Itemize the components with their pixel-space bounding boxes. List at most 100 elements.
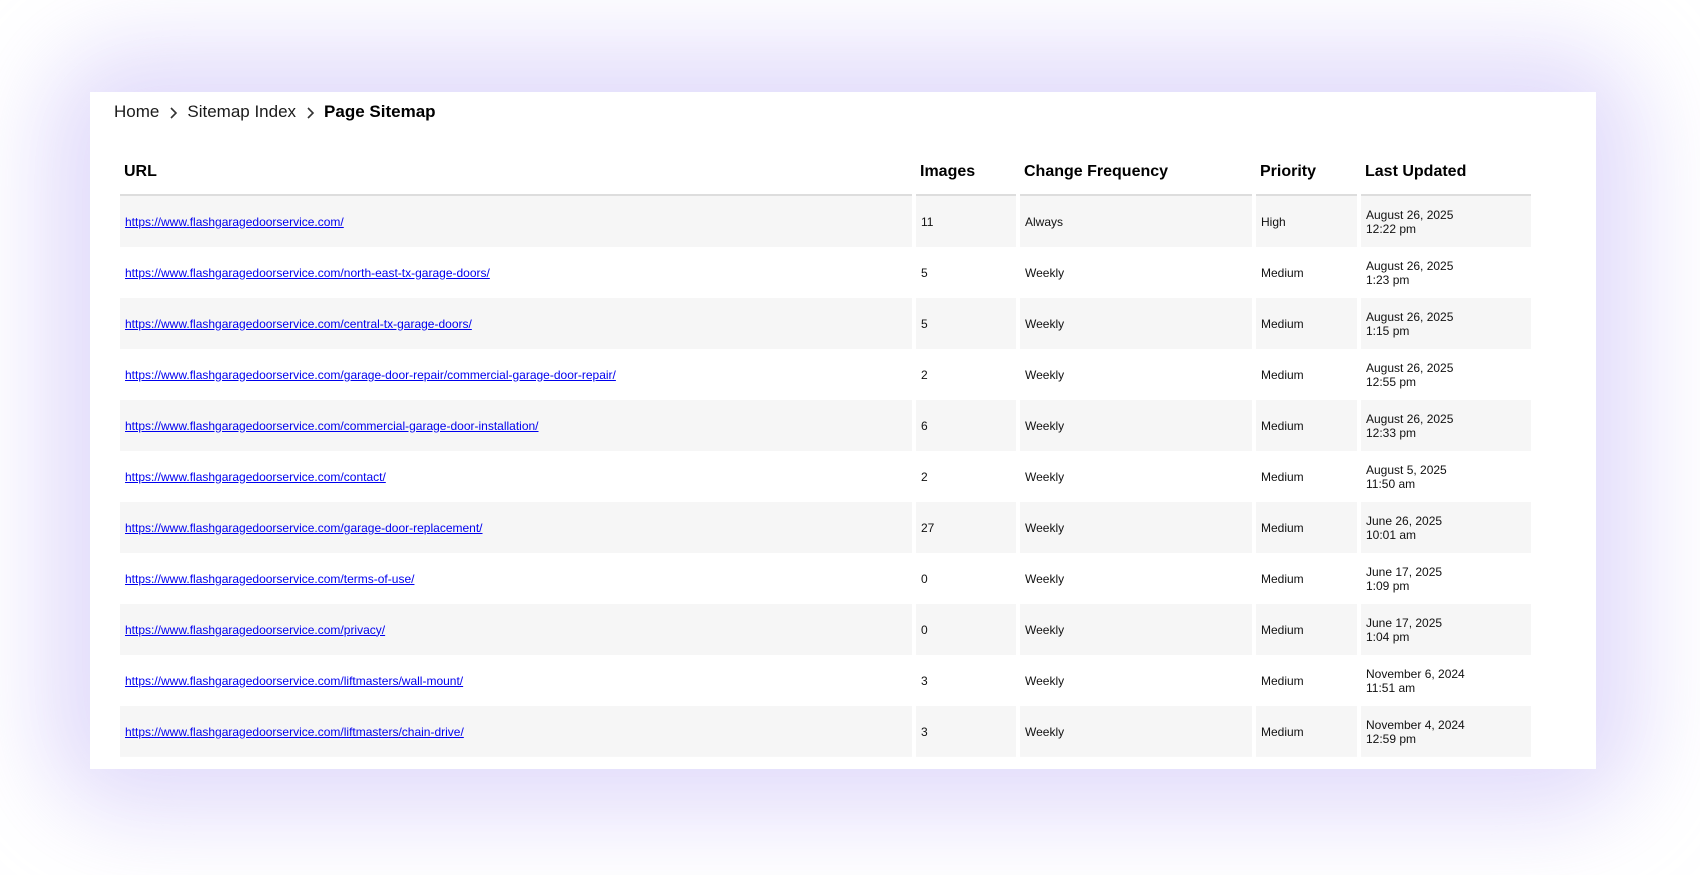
last-updated-time: 12:59 pm — [1366, 731, 1417, 746]
table-row: https://www.flashgaragedoorservice.com/t… — [120, 553, 1531, 604]
last-updated-cell: June 17, 2025 1:09 pm — [1361, 553, 1531, 604]
last-updated-date: August 26, 2025 — [1366, 309, 1454, 324]
url-link[interactable]: https://www.flashgaragedoorservice.com/g… — [125, 521, 483, 535]
url-cell: https://www.flashgaragedoorservice.com/l… — [120, 706, 912, 757]
images-cell: 11 — [916, 196, 1016, 247]
last-updated-cell: August 26, 2025 1:23 pm — [1361, 247, 1531, 298]
last-updated-date: November 6, 2024 — [1366, 666, 1465, 681]
last-updated-date: August 26, 2025 — [1366, 411, 1454, 426]
last-updated-date: June 17, 2025 — [1366, 564, 1443, 579]
priority-cell: Medium — [1256, 298, 1357, 349]
url-link[interactable]: https://www.flashgaragedoorservice.com/t… — [125, 572, 414, 586]
images-cell: 2 — [916, 349, 1016, 400]
last-updated-date: August 26, 2025 — [1366, 258, 1454, 273]
frequency-cell: Weekly — [1020, 247, 1252, 298]
priority-cell: Medium — [1256, 451, 1357, 502]
frequency-cell: Weekly — [1020, 604, 1252, 655]
table-row: https://www.flashgaragedoorservice.com/n… — [120, 247, 1531, 298]
frequency-cell: Weekly — [1020, 400, 1252, 451]
chevron-right-icon — [159, 104, 187, 121]
images-cell: 3 — [916, 655, 1016, 706]
last-updated-cell: November 4, 2024 12:59 pm — [1361, 706, 1531, 757]
priority-cell: Medium — [1256, 655, 1357, 706]
breadcrumb-home[interactable]: Home — [114, 102, 159, 122]
table-row: https://www.flashgaragedoorservice.com/p… — [120, 604, 1531, 655]
chevron-right-icon — [296, 104, 324, 121]
last-updated-date: August 26, 2025 — [1366, 360, 1454, 375]
last-updated-cell: August 5, 2025 11:50 am — [1361, 451, 1531, 502]
url-link[interactable]: https://www.flashgaragedoorservice.com/n… — [125, 266, 490, 280]
priority-cell: Medium — [1256, 247, 1357, 298]
url-link[interactable]: https://www.flashgaragedoorservice.com/l… — [125, 674, 463, 688]
url-cell: https://www.flashgaragedoorservice.com/c… — [120, 298, 912, 349]
last-updated-time: 1:04 pm — [1366, 629, 1410, 644]
breadcrumb-sitemap-index[interactable]: Sitemap Index — [187, 102, 296, 122]
column-header-images[interactable]: Images — [916, 150, 1016, 196]
url-cell: https://www.flashgaragedoorservice.com/g… — [120, 349, 912, 400]
images-cell: 6 — [916, 400, 1016, 451]
screenshot-stage: Home Sitemap Index Page Sitemap URL Imag… — [0, 0, 1700, 875]
priority-cell: Medium — [1256, 553, 1357, 604]
frequency-cell: Always — [1020, 196, 1252, 247]
images-cell: 27 — [916, 502, 1016, 553]
url-link[interactable]: https://www.flashgaragedoorservice.com/c… — [125, 419, 539, 433]
frequency-cell: Weekly — [1020, 298, 1252, 349]
priority-cell: Medium — [1256, 604, 1357, 655]
url-cell: https://www.flashgaragedoorservice.com/ — [120, 196, 912, 247]
table-row: https://www.flashgaragedoorservice.com/l… — [120, 655, 1531, 706]
sitemap-card: Home Sitemap Index Page Sitemap URL Imag… — [90, 92, 1596, 769]
last-updated-time: 11:51 am — [1366, 680, 1416, 695]
last-updated-date: June 17, 2025 — [1366, 615, 1443, 630]
url-cell: https://www.flashgaragedoorservice.com/c… — [120, 400, 912, 451]
last-updated-time: 12:33 pm — [1366, 425, 1417, 440]
last-updated-cell: August 26, 2025 12:55 pm — [1361, 349, 1531, 400]
last-updated-date: August 26, 2025 — [1366, 207, 1454, 222]
frequency-cell: Weekly — [1020, 655, 1252, 706]
url-link[interactable]: https://www.flashgaragedoorservice.com/c… — [125, 470, 386, 484]
url-link[interactable]: https://www.flashgaragedoorservice.com/ — [125, 215, 344, 229]
url-link[interactable]: https://www.flashgaragedoorservice.com/g… — [125, 368, 616, 382]
url-cell: https://www.flashgaragedoorservice.com/t… — [120, 553, 912, 604]
table-row: https://www.flashgaragedoorservice.com/1… — [120, 196, 1531, 247]
table-row: https://www.flashgaragedoorservice.com/g… — [120, 349, 1531, 400]
table-header-row: URL Images Change Frequency Priority Las… — [120, 150, 1531, 196]
url-link[interactable]: https://www.flashgaragedoorservice.com/c… — [125, 317, 472, 331]
table-row: https://www.flashgaragedoorservice.com/c… — [120, 400, 1531, 451]
last-updated-time: 12:55 pm — [1366, 374, 1417, 389]
table-row: https://www.flashgaragedoorservice.com/c… — [120, 451, 1531, 502]
breadcrumb: Home Sitemap Index Page Sitemap — [114, 101, 436, 123]
images-cell: 3 — [916, 706, 1016, 757]
url-link[interactable]: https://www.flashgaragedoorservice.com/l… — [125, 725, 464, 739]
frequency-cell: Weekly — [1020, 502, 1252, 553]
last-updated-cell: June 17, 2025 1:04 pm — [1361, 604, 1531, 655]
column-header-change-frequency[interactable]: Change Frequency — [1020, 150, 1252, 196]
last-updated-cell: August 26, 2025 12:33 pm — [1361, 400, 1531, 451]
breadcrumb-current: Page Sitemap — [324, 102, 436, 121]
priority-cell: Medium — [1256, 502, 1357, 553]
url-cell: https://www.flashgaragedoorservice.com/c… — [120, 451, 912, 502]
priority-cell: Medium — [1256, 400, 1357, 451]
last-updated-time: 1:09 pm — [1366, 578, 1410, 593]
images-cell: 5 — [916, 298, 1016, 349]
images-cell: 0 — [916, 604, 1016, 655]
last-updated-cell: June 26, 2025 10:01 am — [1361, 502, 1531, 553]
url-cell: https://www.flashgaragedoorservice.com/n… — [120, 247, 912, 298]
images-cell: 0 — [916, 553, 1016, 604]
last-updated-time: 10:01 am — [1366, 527, 1417, 542]
priority-cell: High — [1256, 196, 1357, 247]
column-header-priority[interactable]: Priority — [1256, 150, 1357, 196]
table-body: https://www.flashgaragedoorservice.com/1… — [120, 196, 1531, 757]
column-header-url[interactable]: URL — [120, 150, 912, 196]
table-row: https://www.flashgaragedoorservice.com/c… — [120, 298, 1531, 349]
priority-cell: Medium — [1256, 349, 1357, 400]
column-header-last-updated[interactable]: Last Updated — [1361, 150, 1531, 196]
last-updated-time: 1:15 pm — [1366, 323, 1410, 338]
url-cell: https://www.flashgaragedoorservice.com/p… — [120, 604, 912, 655]
url-cell: https://www.flashgaragedoorservice.com/g… — [120, 502, 912, 553]
last-updated-time: 1:23 pm — [1366, 272, 1410, 287]
last-updated-cell: August 26, 2025 12:22 pm — [1361, 196, 1531, 247]
images-cell: 2 — [916, 451, 1016, 502]
url-link[interactable]: https://www.flashgaragedoorservice.com/p… — [125, 623, 385, 637]
frequency-cell: Weekly — [1020, 349, 1252, 400]
frequency-cell: Weekly — [1020, 451, 1252, 502]
